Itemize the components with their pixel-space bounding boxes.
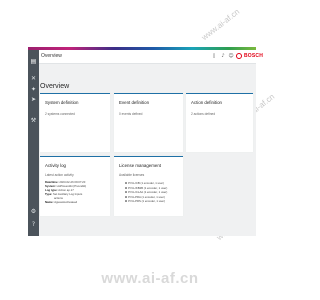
card-subtitle: Latest action activity (45, 173, 74, 177)
log-line: Type: Set Auxiliary Log Inputs (45, 192, 83, 196)
system-definition-card[interactable]: System definition 2 systems connected (40, 93, 110, 152)
license-item: PVI-LICLAA (1 encoder, 1 user) (125, 190, 167, 194)
header-title: Overview (41, 53, 62, 59)
card-title: System definition (45, 100, 79, 105)
page-icon[interactable]: ▯ (211, 53, 217, 59)
app-window: ▤ ✕ ✦ ➤ ⚒ ⚙ ? Overview ▯ ♪ ☺ BOSCH Overv… (28, 50, 263, 236)
card-title: Activity log (45, 163, 66, 168)
action-definition-card[interactable]: Action definition 2 actions defined (186, 93, 253, 152)
user-icon[interactable]: ☺ (228, 53, 234, 59)
license-item: PVI-LPRA (1 encoder, 1 user) (125, 195, 165, 199)
tools-icon[interactable]: ⚒ (30, 117, 37, 124)
events-icon[interactable]: ✦ (30, 86, 37, 93)
overview-icon[interactable]: ▤ (30, 58, 37, 65)
actions-icon[interactable]: ➤ (30, 96, 37, 103)
card-title: Action definition (191, 100, 222, 105)
systems-icon[interactable]: ✕ (30, 75, 37, 82)
sidebar: ▤ ✕ ✦ ➤ ⚒ ⚙ ? (28, 50, 39, 236)
license-item: PVI-LICB (1 encoder, 1 user) (125, 181, 164, 185)
watermark-url: www.ai-af.cn (101, 270, 199, 287)
page-title: Overview (40, 83, 70, 90)
license-item: PVI-LIKB2B (1 encoder, 1 user) (125, 186, 167, 190)
top-header: Overview ▯ ♪ ☺ BOSCH (39, 50, 263, 64)
settings-icon[interactable]: ⚙ (30, 208, 37, 215)
event-definition-card[interactable]: Event definition 0 events defined (114, 93, 183, 152)
activity-log-card[interactable]: Activity log Latest action activity Date… (40, 156, 110, 216)
card-subtitle: 2 systems connected (45, 112, 75, 116)
card-title: License management (119, 163, 161, 168)
card-title: Event definition (119, 100, 150, 105)
bell-icon[interactable]: ♪ (220, 53, 226, 59)
log-line: Name: Aguaustuctivateed (45, 200, 78, 204)
watermark: www.ai-af.cn (200, 7, 242, 43)
card-subtitle: 2 actions defined (191, 112, 216, 116)
bosch-logo-icon (236, 52, 242, 59)
brand-logo: BOSCH (244, 53, 264, 59)
license-item: PVI-LPRS (1 encoder, 1 user) (125, 199, 165, 203)
help-icon[interactable]: ? (30, 221, 37, 228)
card-subtitle: Available licenses (119, 173, 145, 177)
card-subtitle: 0 events defined (119, 112, 143, 116)
license-management-card[interactable]: License management Available licenses PV… (114, 156, 183, 216)
